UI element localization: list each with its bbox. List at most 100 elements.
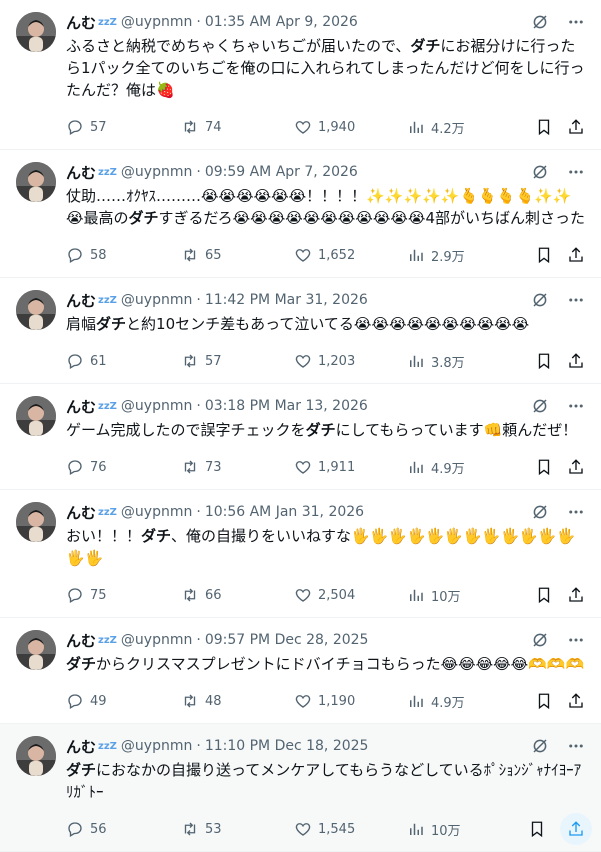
- reply-button[interactable]: 49: [66, 692, 181, 710]
- display-name[interactable]: んむ: [66, 502, 96, 523]
- tweet[interactable]: んむ zzZ @uypnmn · 01:35 AM Apr 9, 2026 ふる…: [0, 0, 601, 150]
- header-actions: [531, 503, 585, 521]
- views-button[interactable]: 3.8万: [407, 352, 525, 371]
- retweet-button[interactable]: 73: [181, 458, 294, 476]
- user-handle[interactable]: @uypnmn: [121, 14, 192, 30]
- retweet-button[interactable]: 53: [181, 820, 294, 838]
- display-name[interactable]: んむ: [66, 736, 96, 757]
- bookmark-icon[interactable]: [535, 586, 553, 604]
- tweet-header: んむ zzZ @uypnmn · 11:42 PM Mar 31, 2026: [66, 290, 585, 310]
- display-name[interactable]: んむ: [66, 12, 96, 33]
- timestamp[interactable]: 01:35 AM Apr 9, 2026: [205, 14, 358, 30]
- share-icon[interactable]: [567, 118, 585, 136]
- text-segment: すぎるだろ😭😭😭😭😭😭😭😭😭😭😭4部がいちばん刺さった: [158, 209, 585, 227]
- more-dots-icon[interactable]: [567, 737, 585, 755]
- view-count: 2.9万: [431, 249, 465, 265]
- slashed-circle-icon[interactable]: [531, 503, 549, 521]
- timestamp[interactable]: 03:18 PM Mar 13, 2026: [205, 398, 368, 414]
- tweet[interactable]: んむ zzZ @uypnmn · 09:59 AM Apr 7, 2026 仗助…: [0, 150, 601, 278]
- user-handle[interactable]: @uypnmn: [121, 632, 192, 648]
- text-segment: と約10センチ差もあって泣いてる😭😭😭😭😭😭😭😭😭😭: [126, 315, 530, 333]
- avatar[interactable]: [16, 630, 56, 670]
- user-handle[interactable]: @uypnmn: [121, 398, 192, 414]
- like-button[interactable]: 1,203: [294, 352, 407, 370]
- tweet[interactable]: んむ zzZ @uypnmn · 11:10 PM Dec 18, 2025 ダ…: [0, 724, 601, 852]
- user-handle[interactable]: @uypnmn: [121, 292, 192, 308]
- like-button[interactable]: 1,911: [294, 458, 407, 476]
- like-button[interactable]: 1,190: [294, 692, 407, 710]
- avatar[interactable]: [16, 162, 56, 202]
- slashed-circle-icon[interactable]: [531, 737, 549, 755]
- bookmark-icon[interactable]: [535, 352, 553, 370]
- tweet-content: んむ zzZ @uypnmn · 11:10 PM Dec 18, 2025 ダ…: [66, 736, 592, 851]
- retweet-button[interactable]: 65: [181, 246, 294, 264]
- more-dots-icon[interactable]: [567, 291, 585, 309]
- views-button[interactable]: 4.9万: [407, 458, 525, 477]
- tweet[interactable]: んむ zzZ @uypnmn · 03:18 PM Mar 13, 2026 ゲ…: [0, 384, 601, 490]
- slashed-circle-icon[interactable]: [531, 291, 549, 309]
- tweet[interactable]: んむ zzZ @uypnmn · 09:57 PM Dec 28, 2025 ダ…: [0, 618, 601, 724]
- share-icon[interactable]: [567, 352, 585, 370]
- text-segment: からクリスマスプレゼントにドバイチョコもらった😂😂😂😂😂🫶🫶🫶: [96, 655, 585, 673]
- retweet-button[interactable]: 48: [181, 692, 294, 710]
- views-button[interactable]: 2.9万: [407, 246, 525, 265]
- reply-button[interactable]: 76: [66, 458, 181, 476]
- display-name[interactable]: んむ: [66, 162, 96, 183]
- share-icon[interactable]: [567, 692, 585, 710]
- avatar[interactable]: [16, 502, 56, 542]
- share-icon[interactable]: [560, 813, 592, 845]
- slashed-circle-icon[interactable]: [531, 13, 549, 31]
- tweet-text: ダチからクリスマスプレゼントにドバイチョコもらった😂😂😂😂😂🫶🫶🫶: [66, 653, 585, 675]
- timestamp[interactable]: 09:59 AM Apr 7, 2026: [205, 164, 358, 180]
- more-dots-icon[interactable]: [567, 163, 585, 181]
- bookmark-icon[interactable]: [535, 118, 553, 136]
- retweet-button[interactable]: 74: [181, 118, 294, 136]
- like-button[interactable]: 2,504: [294, 586, 407, 604]
- display-name[interactable]: んむ: [66, 630, 96, 651]
- timestamp[interactable]: 10:56 AM Jan 31, 2026: [205, 504, 364, 520]
- bookmark-icon[interactable]: [528, 820, 546, 838]
- retweet-button[interactable]: 66: [181, 586, 294, 604]
- avatar[interactable]: [16, 290, 56, 330]
- reply-button[interactable]: 56: [66, 820, 181, 838]
- user-handle[interactable]: @uypnmn: [121, 504, 192, 520]
- timestamp[interactable]: 11:10 PM Dec 18, 2025: [205, 738, 369, 754]
- tweet-text: ダチにおなかの自撮り送ってメンケアしてもらうなどしているﾎﾟｼｮﾝｼﾞｬﾅｲﾖｰ…: [66, 759, 585, 803]
- retweet-button[interactable]: 57: [181, 352, 294, 370]
- user-handle[interactable]: @uypnmn: [121, 738, 192, 754]
- reply-button[interactable]: 61: [66, 352, 181, 370]
- like-button[interactable]: 1,652: [294, 246, 407, 264]
- display-name[interactable]: んむ: [66, 396, 96, 417]
- share-icon[interactable]: [567, 586, 585, 604]
- reply-button[interactable]: 57: [66, 118, 181, 136]
- avatar[interactable]: [16, 736, 56, 776]
- like-button[interactable]: 1,545: [294, 820, 407, 838]
- avatar[interactable]: [16, 12, 56, 52]
- views-button[interactable]: 4.2万: [407, 118, 525, 137]
- timestamp[interactable]: 09:57 PM Dec 28, 2025: [205, 632, 369, 648]
- slashed-circle-icon[interactable]: [531, 631, 549, 649]
- share-icon[interactable]: [567, 246, 585, 264]
- reply-button[interactable]: 75: [66, 586, 181, 604]
- bookmark-icon[interactable]: [535, 458, 553, 476]
- views-button[interactable]: 10万: [407, 820, 525, 839]
- more-dots-icon[interactable]: [567, 13, 585, 31]
- bookmark-icon[interactable]: [535, 246, 553, 264]
- more-dots-icon[interactable]: [567, 503, 585, 521]
- timestamp[interactable]: 11:42 PM Mar 31, 2026: [205, 292, 368, 308]
- more-dots-icon[interactable]: [567, 631, 585, 649]
- like-button[interactable]: 1,940: [294, 118, 407, 136]
- slashed-circle-icon[interactable]: [531, 163, 549, 181]
- tweet[interactable]: んむ zzZ @uypnmn · 10:56 AM Jan 31, 2026 お…: [0, 490, 601, 618]
- more-dots-icon[interactable]: [567, 397, 585, 415]
- display-name[interactable]: んむ: [66, 290, 96, 311]
- tweet[interactable]: んむ zzZ @uypnmn · 11:42 PM Mar 31, 2026 肩…: [0, 278, 601, 384]
- views-button[interactable]: 10万: [407, 586, 525, 605]
- reply-button[interactable]: 58: [66, 246, 181, 264]
- share-icon[interactable]: [567, 458, 585, 476]
- user-handle[interactable]: @uypnmn: [121, 164, 192, 180]
- bookmark-icon[interactable]: [535, 692, 553, 710]
- slashed-circle-icon[interactable]: [531, 397, 549, 415]
- views-button[interactable]: 4.9万: [407, 692, 525, 711]
- avatar[interactable]: [16, 396, 56, 436]
